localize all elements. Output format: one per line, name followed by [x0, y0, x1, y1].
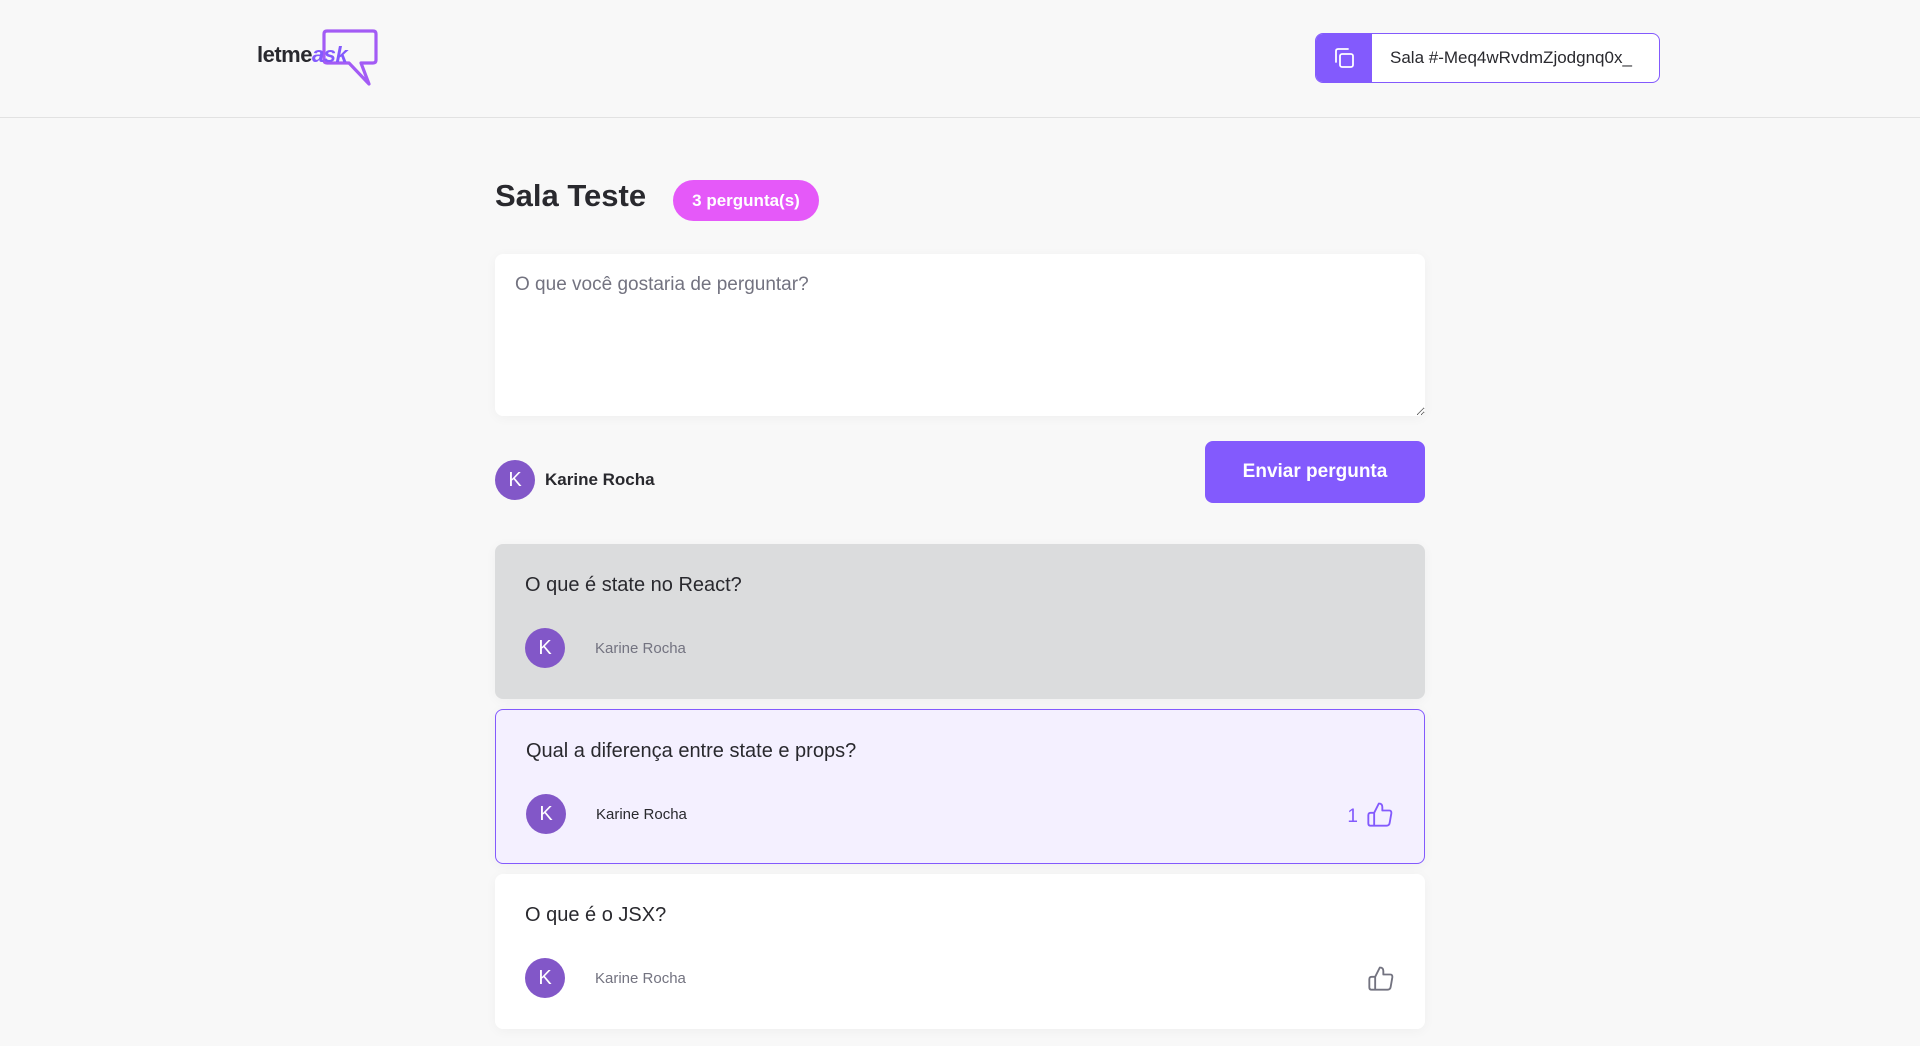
question-footer: K Karine Rocha [525, 958, 1395, 998]
question-footer: K Karine Rocha 1 [526, 794, 1394, 834]
user-avatar: K [495, 460, 535, 500]
letmeask-logo[interactable]: letmeask [257, 28, 379, 88]
logo-text-accent: ask [311, 42, 348, 67]
question-author: K Karine Rocha [526, 794, 687, 834]
question-card: O que é o JSX? K Karine Rocha [495, 874, 1425, 1029]
room-code-button[interactable]: Sala #-Meq4wRvdmZjodgnq0x_ [1315, 33, 1660, 83]
current-user-info: K Karine Rocha [495, 460, 655, 500]
question-text: Qual a diferença entre state e props? [526, 740, 857, 762]
author-avatar: K [525, 628, 565, 668]
author-name: Karine Rocha [595, 969, 686, 987]
question-list: O que é state no React? K Karine Rocha Q… [495, 544, 1425, 1039]
copy-icon [1335, 48, 1354, 68]
author-avatar: K [525, 958, 565, 998]
room-title: Sala Teste [495, 178, 647, 213]
question-footer: K Karine Rocha [525, 628, 1395, 668]
author-name: Karine Rocha [596, 805, 687, 823]
question-card: Qual a diferença entre state e props? K … [495, 709, 1425, 864]
user-name: Karine Rocha [545, 470, 655, 489]
question-author: K Karine Rocha [525, 958, 686, 998]
room-code-text: Sala #-Meq4wRvdmZjodgnq0x_ [1390, 48, 1632, 67]
logo-text-main: letme [257, 42, 312, 67]
question-text: O que é o JSX? [525, 904, 667, 926]
question-textarea[interactable] [495, 254, 1425, 416]
question-count-badge: 3 pergunta(s) [673, 180, 819, 221]
thumbs-up-icon [1368, 966, 1394, 991]
send-question-button[interactable]: Enviar pergunta [1205, 441, 1425, 503]
like-button[interactable]: 1 [1347, 800, 1394, 828]
question-text: O que é state no React? [525, 574, 742, 596]
copy-box[interactable] [1316, 34, 1372, 82]
like-button[interactable] [1359, 964, 1395, 992]
logo-text: letmeask [257, 42, 348, 68]
thumbs-up-icon [1367, 802, 1393, 827]
like-count: 1 [1347, 806, 1358, 827]
author-avatar: K [526, 794, 566, 834]
app-header: letmeask Sala #-Meq4wRvdmZjodgnq0x_ [0, 0, 1920, 118]
author-name: Karine Rocha [595, 639, 686, 657]
question-author: K Karine Rocha [525, 628, 686, 668]
question-card: O que é state no React? K Karine Rocha [495, 544, 1425, 699]
